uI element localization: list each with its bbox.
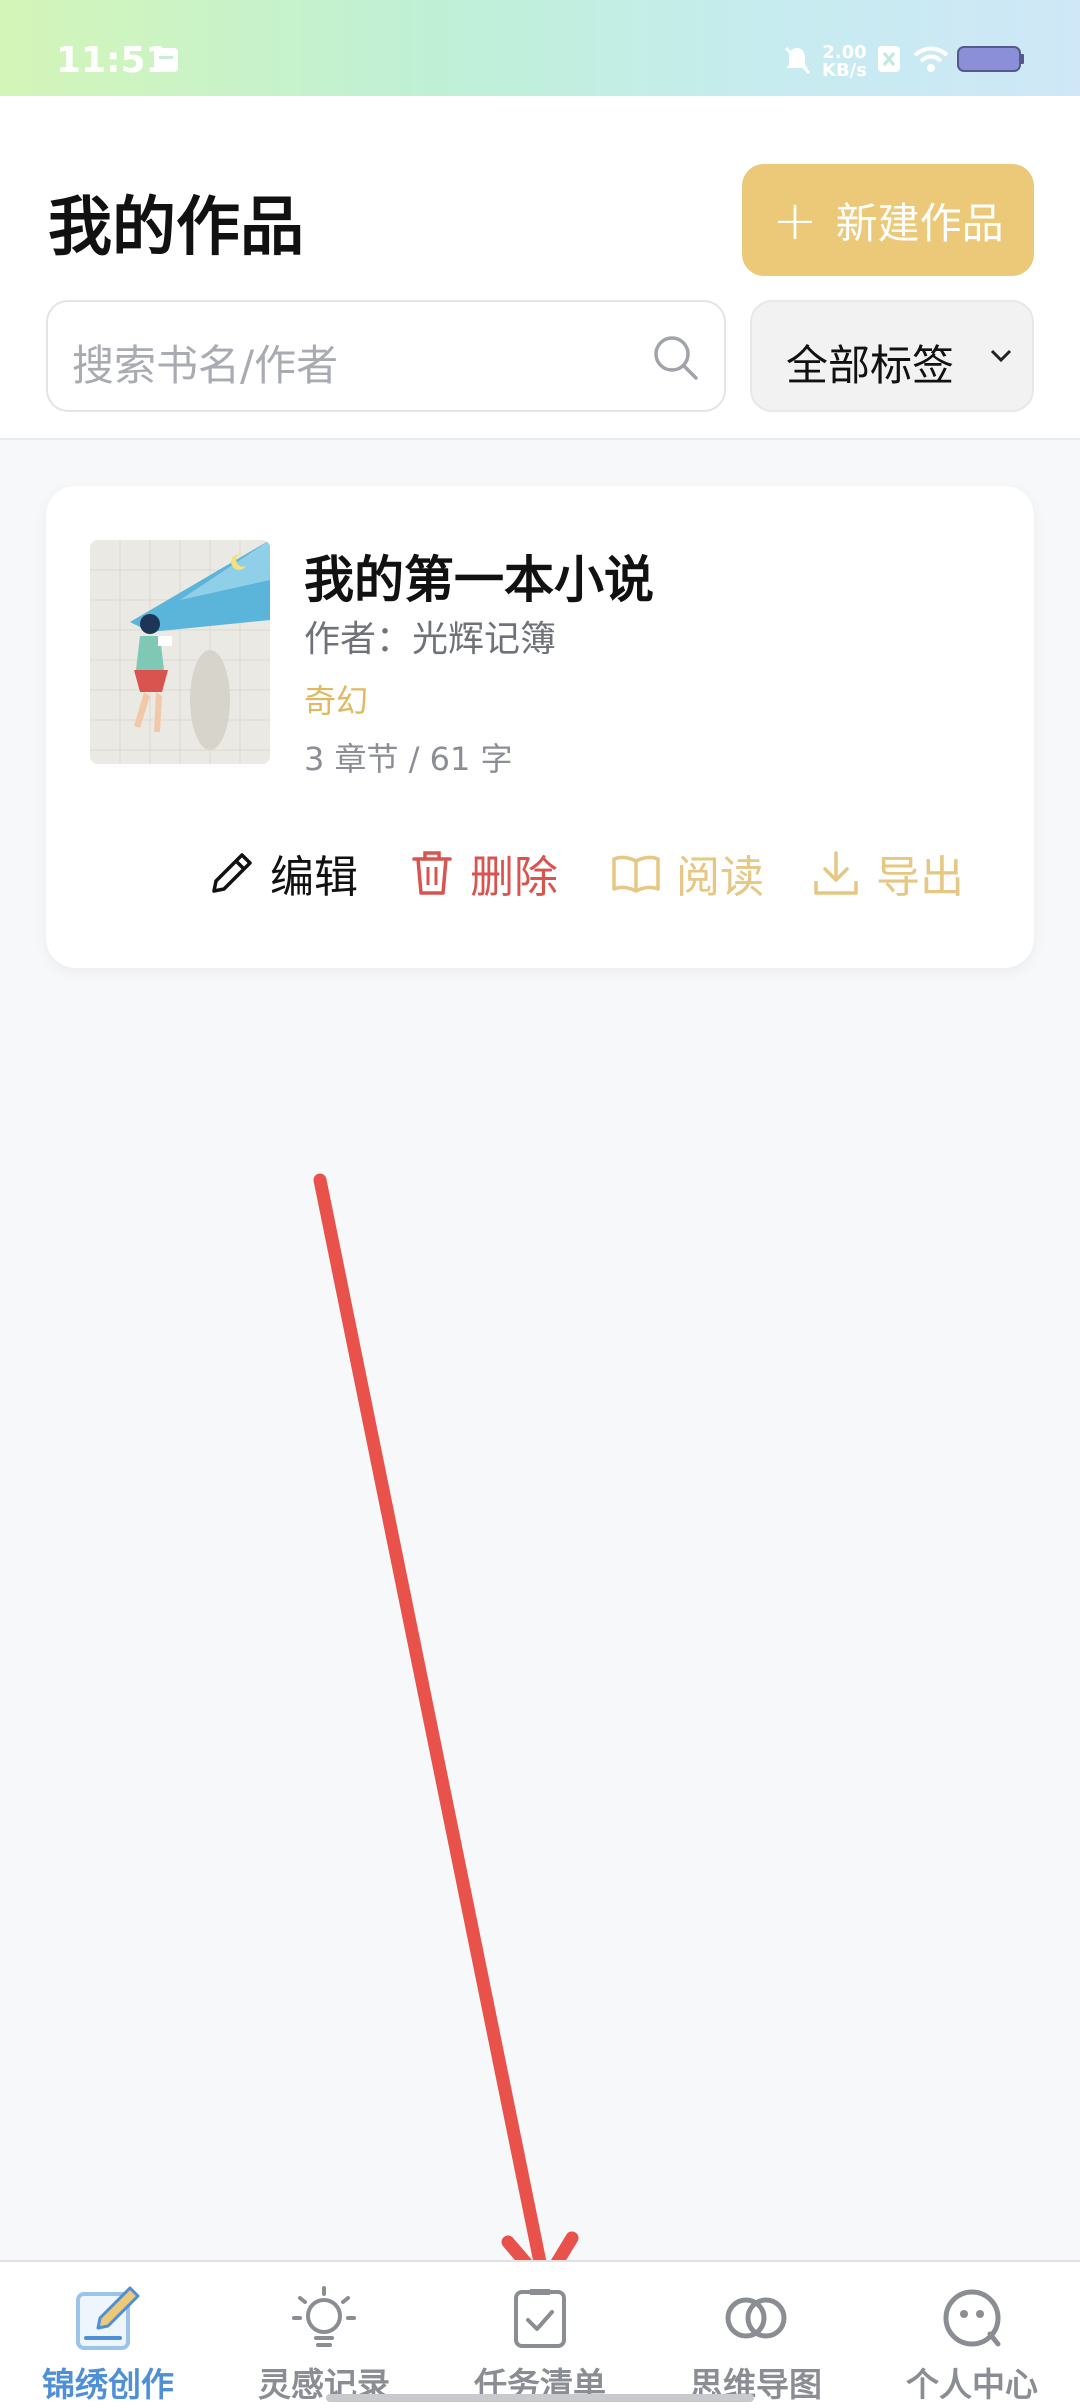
status-bar: 11:51 2.00 KB/s <box>0 0 1080 96</box>
sim-off-icon <box>878 46 900 72</box>
tag-filter-label: 全部标签 <box>786 341 955 390</box>
new-work-button[interactable]: + 新建作品 <box>742 164 1034 276</box>
edit-button[interactable]: 编辑 <box>204 838 358 908</box>
book-author: 作者：光辉记簿 <box>304 619 557 660</box>
delete-label: 删除 <box>470 852 558 903</box>
smiley-icon <box>943 2289 1001 2347</box>
plus-icon: + <box>772 188 818 252</box>
work-actions: 编辑 删除 阅读 导出 <box>46 838 1034 918</box>
search-icon[interactable] <box>650 332 702 384</box>
page-title: 我的作品 <box>48 191 304 265</box>
nav-item-mindmap[interactable]: 思维导图 <box>648 2262 864 2408</box>
export-button[interactable]: 导出 <box>810 838 964 908</box>
bell-muted-icon <box>784 46 811 75</box>
nav-item-creation[interactable]: 锦绣创作 <box>0 2262 216 2408</box>
trash-icon <box>412 851 452 895</box>
notification-app-icon <box>154 48 178 72</box>
read-label: 阅读 <box>676 852 764 903</box>
book-title[interactable]: 我的第一本小说 <box>304 540 654 612</box>
bottom-nav: 锦绣创作 灵感记录 任务清单 思维导图 个人中心 <box>0 2260 1080 2408</box>
checklist-icon <box>514 2289 566 2348</box>
book-cover-image <box>90 540 270 764</box>
new-work-label: 新建作品 <box>835 198 1004 248</box>
nav-label: 锦绣创作 <box>42 2365 174 2404</box>
delete-button[interactable]: 删除 <box>408 838 558 908</box>
home-indicator[interactable] <box>326 2394 754 2402</box>
read-button[interactable]: 阅读 <box>610 838 764 908</box>
work-card[interactable]: 我的第一本小说 作者：光辉记簿 奇幻 3 章节 / 61 字 编辑 删除 阅读 … <box>46 486 1034 968</box>
tag-filter-select[interactable]: 全部标签 <box>750 300 1034 412</box>
network-speed: 2.00 KB/s <box>822 44 867 80</box>
export-label: 导出 <box>876 852 964 903</box>
download-icon <box>814 851 858 895</box>
network-speed-unit: KB/s <box>822 60 867 81</box>
pencil-icon <box>212 853 252 893</box>
wifi-icon <box>913 46 949 72</box>
book-stats: 3 章节 / 61 字 <box>304 740 513 778</box>
search-input[interactable]: 搜索书名/作者 <box>46 300 726 412</box>
search-placeholder: 搜索书名/作者 <box>72 341 339 390</box>
rings-icon <box>725 2297 787 2339</box>
chevron-down-icon <box>990 349 1012 363</box>
edit-note-icon <box>76 2286 140 2350</box>
header: 我的作品 + 新建作品 搜索书名/作者 全部标签 <box>0 96 1080 440</box>
battery-icon <box>957 46 1024 72</box>
book-tag: 奇幻 <box>304 682 369 720</box>
nav-label: 个人中心 <box>906 2365 1038 2404</box>
book-open-icon <box>612 855 660 893</box>
lightbulb-icon <box>292 2286 356 2347</box>
nav-item-profile[interactable]: 个人中心 <box>864 2262 1080 2408</box>
nav-item-inspiration[interactable]: 灵感记录 <box>216 2262 432 2408</box>
edit-label: 编辑 <box>270 852 358 903</box>
nav-item-tasks[interactable]: 任务清单 <box>432 2262 648 2408</box>
